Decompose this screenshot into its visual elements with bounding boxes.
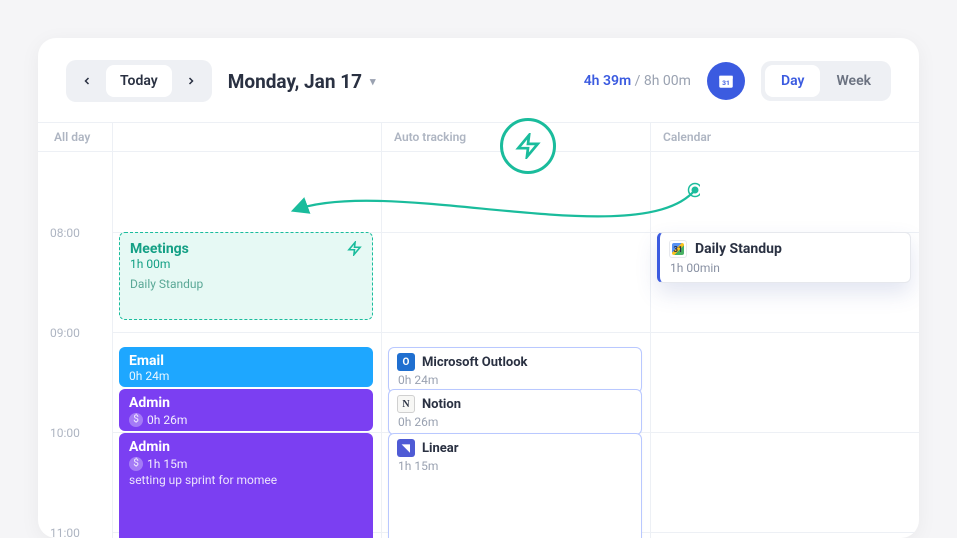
today-button[interactable]: Today (106, 65, 172, 97)
time-label: 08:00 (50, 226, 80, 240)
tracking-duration: 1h 15m (397, 459, 633, 473)
tracking-name: Notion (422, 397, 461, 412)
bolt-icon (347, 241, 362, 260)
allday-header: All day (38, 123, 112, 151)
next-button[interactable] (174, 64, 208, 98)
tracking-name: Linear (422, 441, 459, 456)
planned-title: Meetings (130, 241, 362, 257)
bolt-icon (515, 133, 541, 159)
tracked-time-stat: 4h 39m / 8h 00m (584, 73, 691, 89)
outlook-icon: O (397, 353, 415, 371)
tracking-duration: 0h 26m (397, 415, 633, 429)
entry-duration: $0h 26m (129, 413, 187, 427)
planned-subtitle: Daily Standup (130, 277, 362, 291)
coin-icon: $ (129, 457, 143, 471)
tracking-card-notion[interactable]: N Notion 0h 26m (388, 389, 642, 435)
view-day-button[interactable]: Day (765, 65, 821, 97)
tracking-column: O Microsoft Outlook 0h 24m N Notion 0h 2… (381, 152, 650, 538)
google-calendar-icon: 31 (669, 240, 687, 258)
automation-bolt-badge (500, 118, 556, 174)
time-label: 11:00 (50, 526, 80, 538)
planned-meeting-block[interactable]: Meetings 1h 00m Daily Standup (119, 232, 373, 320)
planned-duration: 1h 00m (130, 257, 362, 271)
entry-title: Admin (129, 395, 363, 411)
entries-column: Meetings 1h 00m Daily Standup Email 0h 2… (112, 152, 381, 538)
calendar-event-duration: 1h 00min (669, 261, 901, 275)
entry-email[interactable]: Email 0h 24m (119, 347, 373, 387)
calendar-header: Calendar (650, 123, 919, 151)
entry-admin-2[interactable]: Admin $1h 15m setting up sprint for mome… (119, 433, 373, 538)
tracking-duration: 0h 24m (397, 373, 633, 387)
entry-title: Email (129, 353, 363, 369)
main-header (112, 123, 381, 151)
total-time: 8h 00m (644, 73, 691, 89)
view-week-button[interactable]: Week (820, 65, 887, 97)
date-title[interactable]: Monday, Jan 17 ▾ (228, 70, 376, 93)
grid-header: All day Auto tracking Calendar (38, 122, 919, 152)
chevron-down-icon: ▾ (370, 75, 376, 88)
entry-admin-1[interactable]: Admin $0h 26m (119, 389, 373, 431)
entry-title: Admin (129, 439, 363, 455)
date-text: Monday, Jan 17 (228, 70, 362, 93)
coin-icon: $ (129, 413, 143, 427)
tracked-time: 4h 39m (584, 73, 631, 89)
notion-icon: N (397, 395, 415, 413)
entry-subtitle: setting up sprint for momee (129, 473, 363, 487)
time-column: 08:00 09:00 10:00 11:00 (38, 152, 112, 538)
calendar-card: Today Monday, Jan 17 ▾ 4h 39m / 8h 00m 3… (38, 38, 919, 538)
calendar-event-name: Daily Standup (695, 241, 782, 257)
view-toggle: Day Week (761, 61, 891, 101)
calendar-event-card[interactable]: 31 Daily Standup 1h 00min (657, 232, 911, 283)
calendar-column: 31 Daily Standup 1h 00min (650, 152, 919, 538)
entry-duration: 0h 24m (129, 369, 169, 383)
time-label: 10:00 (50, 426, 80, 440)
tracking-card-outlook[interactable]: O Microsoft Outlook 0h 24m (388, 347, 642, 393)
time-label: 09:00 (50, 326, 80, 340)
linear-icon: ◥ (397, 439, 415, 457)
grid-body: 08:00 09:00 10:00 11:00 Meetings 1h 00m … (38, 152, 919, 538)
tracking-name: Microsoft Outlook (422, 355, 528, 370)
topbar: Today Monday, Jan 17 ▾ 4h 39m / 8h 00m 3… (38, 38, 919, 122)
calendar-icon: 31 (717, 72, 735, 90)
svg-text:31: 31 (722, 79, 730, 87)
calendar-icon-button[interactable]: 31 (707, 62, 745, 100)
tracking-card-linear[interactable]: ◥ Linear 1h 15m (388, 433, 642, 538)
prev-button[interactable] (70, 64, 104, 98)
date-nav-group: Today (66, 60, 212, 102)
entry-duration: $1h 15m (129, 457, 187, 471)
